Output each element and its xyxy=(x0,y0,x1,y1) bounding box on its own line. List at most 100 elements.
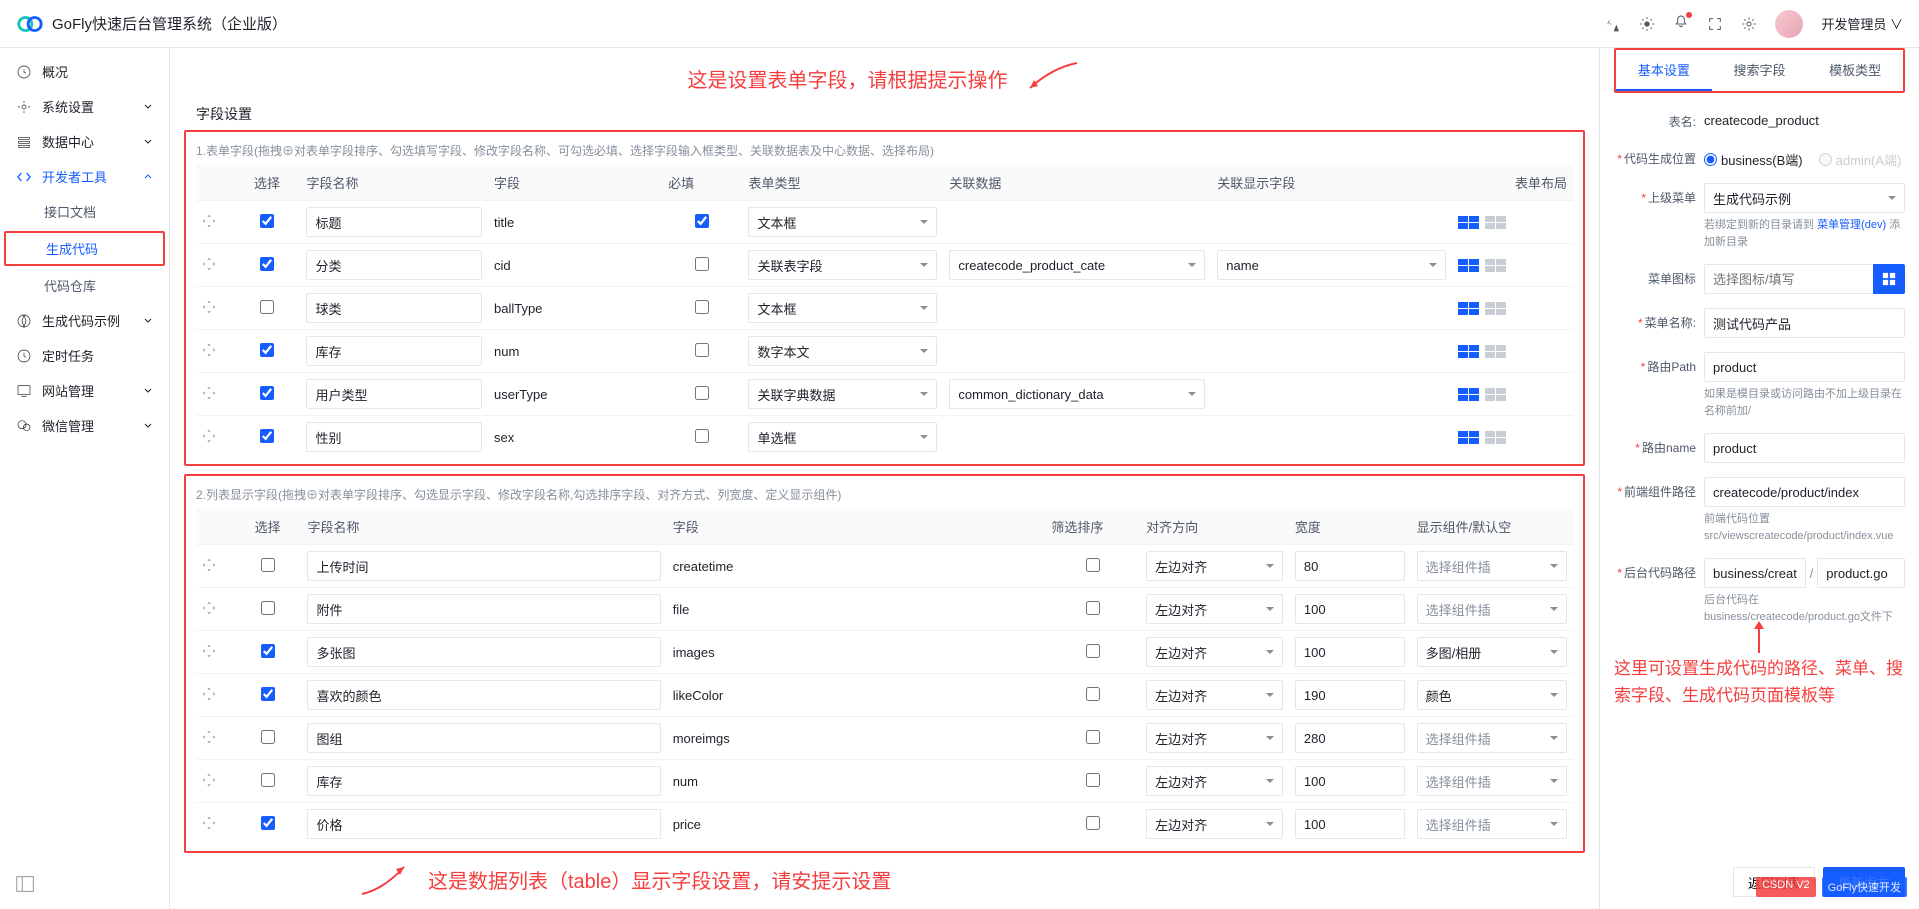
drag-icon[interactable] xyxy=(202,214,216,228)
avatar[interactable] xyxy=(1775,10,1803,38)
select-checkbox[interactable] xyxy=(261,558,275,572)
field-name-input[interactable] xyxy=(306,422,482,452)
required-checkbox[interactable] xyxy=(695,386,709,400)
rel-select[interactable]: createcode_product_cate xyxy=(949,250,1205,280)
required-checkbox[interactable] xyxy=(695,300,709,314)
align-select[interactable]: 左边对齐 xyxy=(1146,551,1283,581)
drag-icon[interactable] xyxy=(202,429,216,443)
field-name-input[interactable] xyxy=(306,250,482,280)
tab-basic[interactable]: 基本设置 xyxy=(1616,50,1712,91)
field-name-input[interactable] xyxy=(307,680,660,710)
sort-checkbox[interactable] xyxy=(1086,816,1100,830)
sort-checkbox[interactable] xyxy=(1086,644,1100,658)
select-checkbox[interactable] xyxy=(260,257,274,271)
sidebar-item-example[interactable]: 生成代码示例 xyxy=(0,303,169,338)
width-input[interactable] xyxy=(1295,551,1405,581)
sidebar-item-data[interactable]: 数据中心 xyxy=(0,124,169,159)
select-checkbox[interactable] xyxy=(260,429,274,443)
required-checkbox[interactable] xyxy=(695,214,709,228)
width-input[interactable] xyxy=(1295,594,1405,624)
layout-half[interactable] xyxy=(1485,259,1506,272)
sort-checkbox[interactable] xyxy=(1086,601,1100,615)
drag-icon[interactable] xyxy=(202,601,216,615)
select-checkbox[interactable] xyxy=(260,300,274,314)
layout-half[interactable] xyxy=(1485,388,1506,401)
width-input[interactable] xyxy=(1295,637,1405,667)
field-name-input[interactable] xyxy=(306,207,482,237)
required-checkbox[interactable] xyxy=(695,429,709,443)
layout-half[interactable] xyxy=(1485,216,1506,229)
icon-picker-button[interactable] xyxy=(1873,264,1905,294)
component-select[interactable]: 选择组件插 xyxy=(1417,766,1567,796)
field-name-input[interactable] xyxy=(307,594,660,624)
select-checkbox[interactable] xyxy=(261,687,275,701)
sort-checkbox[interactable] xyxy=(1086,687,1100,701)
field-name-input[interactable] xyxy=(307,551,660,581)
reldisp-select[interactable]: name xyxy=(1217,250,1446,280)
layout-full[interactable] xyxy=(1458,431,1479,444)
sidebar-item-devtools[interactable]: 开发者工具 xyxy=(0,159,169,194)
select-checkbox[interactable] xyxy=(260,386,274,400)
required-checkbox[interactable] xyxy=(695,257,709,271)
layout-full[interactable] xyxy=(1458,259,1479,272)
tab-template[interactable]: 模板类型 xyxy=(1807,50,1903,91)
component-select[interactable]: 多图/相册 xyxy=(1417,637,1567,667)
type-select[interactable]: 数字本文 xyxy=(748,336,937,366)
select-checkbox[interactable] xyxy=(261,816,275,830)
drag-icon[interactable] xyxy=(202,644,216,658)
layout-half[interactable] xyxy=(1485,345,1506,358)
drag-icon[interactable] xyxy=(202,257,216,271)
component-select[interactable]: 选择组件插 xyxy=(1417,723,1567,753)
drag-icon[interactable] xyxy=(202,730,216,744)
sidebar-item-coderepo[interactable]: 代码仓库 xyxy=(0,268,169,303)
lang-icon[interactable] xyxy=(1605,16,1621,32)
collapse-sidebar-icon[interactable] xyxy=(14,873,36,895)
field-name-input[interactable] xyxy=(307,637,660,667)
width-input[interactable] xyxy=(1295,723,1405,753)
select-checkbox[interactable] xyxy=(261,644,275,658)
field-name-input[interactable] xyxy=(307,766,660,796)
layout-full[interactable] xyxy=(1458,302,1479,315)
sidebar-item-gencode[interactable]: 生成代码 xyxy=(4,231,165,266)
field-name-input[interactable] xyxy=(306,336,482,366)
width-input[interactable] xyxy=(1295,809,1405,839)
select-checkbox[interactable] xyxy=(261,773,275,787)
route-path-input[interactable] xyxy=(1704,352,1905,382)
bell-wrapper[interactable] xyxy=(1673,14,1689,33)
logo[interactable]: GoFly快速后台管理系统（企业版） xyxy=(16,12,287,36)
sidebar-item-cron[interactable]: 定时任务 xyxy=(0,338,169,373)
tab-search[interactable]: 搜索字段 xyxy=(1712,50,1808,91)
field-name-input[interactable] xyxy=(306,379,482,409)
align-select[interactable]: 左边对齐 xyxy=(1146,637,1283,667)
be-path2-input[interactable] xyxy=(1817,558,1905,588)
align-select[interactable]: 左边对齐 xyxy=(1146,680,1283,710)
required-checkbox[interactable] xyxy=(695,343,709,357)
layout-half[interactable] xyxy=(1485,302,1506,315)
radio-business[interactable]: business(B端) xyxy=(1704,150,1803,169)
field-name-input[interactable] xyxy=(307,723,660,753)
align-select[interactable]: 左边对齐 xyxy=(1146,766,1283,796)
sort-checkbox[interactable] xyxy=(1086,730,1100,744)
drag-icon[interactable] xyxy=(202,773,216,787)
select-checkbox[interactable] xyxy=(261,601,275,615)
sidebar-item-overview[interactable]: 概况 xyxy=(0,54,169,89)
settings-icon[interactable] xyxy=(1741,16,1757,32)
parent-menu-select[interactable]: 生成代码示例 xyxy=(1704,183,1905,213)
drag-icon[interactable] xyxy=(202,343,216,357)
type-select[interactable]: 文本框 xyxy=(748,207,937,237)
drag-icon[interactable] xyxy=(202,687,216,701)
select-checkbox[interactable] xyxy=(260,214,274,228)
sidebar-item-apidoc[interactable]: 接口文档 xyxy=(0,194,169,229)
select-checkbox[interactable] xyxy=(260,343,274,357)
layout-half[interactable] xyxy=(1485,431,1506,444)
be-path1-input[interactable] xyxy=(1704,558,1806,588)
rel-select[interactable]: common_dictionary_data xyxy=(949,379,1205,409)
drag-icon[interactable] xyxy=(202,558,216,572)
radio-admin[interactable]: admin(A端) xyxy=(1819,150,1902,169)
user-menu[interactable]: 开发管理员 ∨ xyxy=(1821,14,1903,33)
drag-icon[interactable] xyxy=(202,300,216,314)
component-select[interactable]: 颜色 xyxy=(1417,680,1567,710)
width-input[interactable] xyxy=(1295,766,1405,796)
align-select[interactable]: 左边对齐 xyxy=(1146,809,1283,839)
menu-icon-input[interactable] xyxy=(1704,264,1873,294)
